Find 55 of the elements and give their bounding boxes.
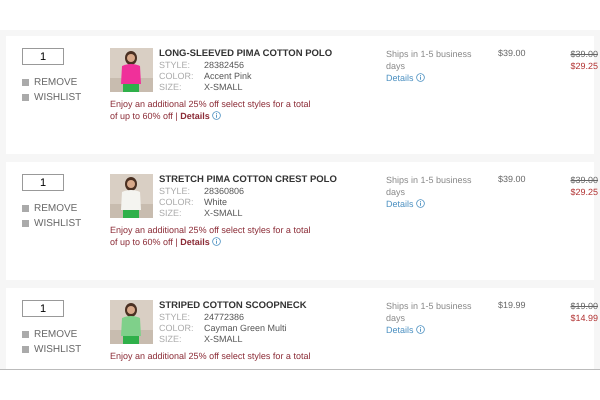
details-link[interactable]: Details (386, 73, 414, 83)
spec-value: X-SMALL (204, 82, 244, 93)
details-link[interactable]: Details (386, 325, 414, 335)
shipping-text: Ships in 1-5 business days (386, 174, 473, 198)
shipping-text: Ships in 1-5 business days (386, 300, 473, 324)
spec-label: COLOR: (159, 323, 195, 334)
quantity-field[interactable]: 1 (22, 48, 64, 65)
spec-label: STYLE: (159, 312, 192, 323)
info-icon (212, 111, 221, 120)
item-price: $39.00 (498, 48, 527, 60)
details-link[interactable]: Details (180, 111, 210, 121)
spec-value: White (204, 197, 228, 208)
spec-label: STYLE: (159, 60, 192, 71)
sale-price: $14.99 (570, 312, 598, 324)
item-action-link[interactable]: WISHLIST (22, 344, 82, 355)
spec-value: X-SMALL (204, 208, 244, 219)
spec-label: COLOR: (159, 197, 195, 208)
item-action-link[interactable]: REMOVE (22, 77, 78, 88)
item-action-link[interactable]: WISHLIST (22, 218, 82, 229)
quantity-field[interactable]: 1 (22, 174, 64, 191)
spec-value: X-SMALL (204, 334, 244, 345)
info-icon (212, 237, 221, 246)
promo-text: Enjoy an additional 25% off select styles for a total (110, 350, 312, 362)
info-icon (416, 199, 425, 208)
item-action-link[interactable]: REMOVE (22, 329, 78, 340)
details-link[interactable]: Details (180, 237, 210, 247)
shipping-text: Ships in 1-5 business days (386, 48, 473, 72)
sale-price: $29.25 (570, 60, 598, 72)
spec-label: COLOR: (159, 71, 195, 82)
spec-value: 24772386 (204, 312, 246, 323)
spec-label: SIZE: (159, 82, 183, 93)
item-price: $39.00 (498, 174, 527, 186)
original-price: $39.00 (570, 174, 598, 186)
original-price: $39.00 (570, 48, 598, 60)
promo-text: Enjoy an additional 25% off select styles for a total of up to 60% off | Details (110, 224, 312, 248)
sale-price: $29.25 (570, 186, 598, 198)
spec-value: 28382456 (204, 60, 246, 71)
quantity-field[interactable]: 1 (22, 300, 64, 317)
spec-value: Accent Pink (204, 71, 253, 82)
info-icon (416, 73, 425, 82)
details-link[interactable]: Details (386, 199, 414, 209)
spec-label: SIZE: (159, 208, 183, 219)
item-action-link[interactable]: REMOVE (22, 203, 78, 214)
info-icon (416, 325, 425, 334)
spec-label: SIZE: (159, 334, 183, 345)
product-title[interactable]: STRETCH PIMA COTTON CREST POLO (159, 174, 337, 185)
product-title[interactable]: LONG-SLEEVED PIMA COTTON POLO (159, 48, 332, 59)
item-price: $19.99 (498, 300, 527, 312)
item-action-link[interactable]: WISHLIST (22, 92, 82, 103)
spec-label: STYLE: (159, 186, 192, 197)
product-title[interactable]: STRIPED COTTON SCOOPNECK (159, 300, 307, 311)
original-price: $19.00 (570, 300, 598, 312)
spec-value: Cayman Green Multi (204, 323, 288, 334)
promo-text: Enjoy an additional 25% off select styles for a total of up to 60% off | Details (110, 98, 312, 122)
spec-value: 28360806 (204, 186, 246, 197)
